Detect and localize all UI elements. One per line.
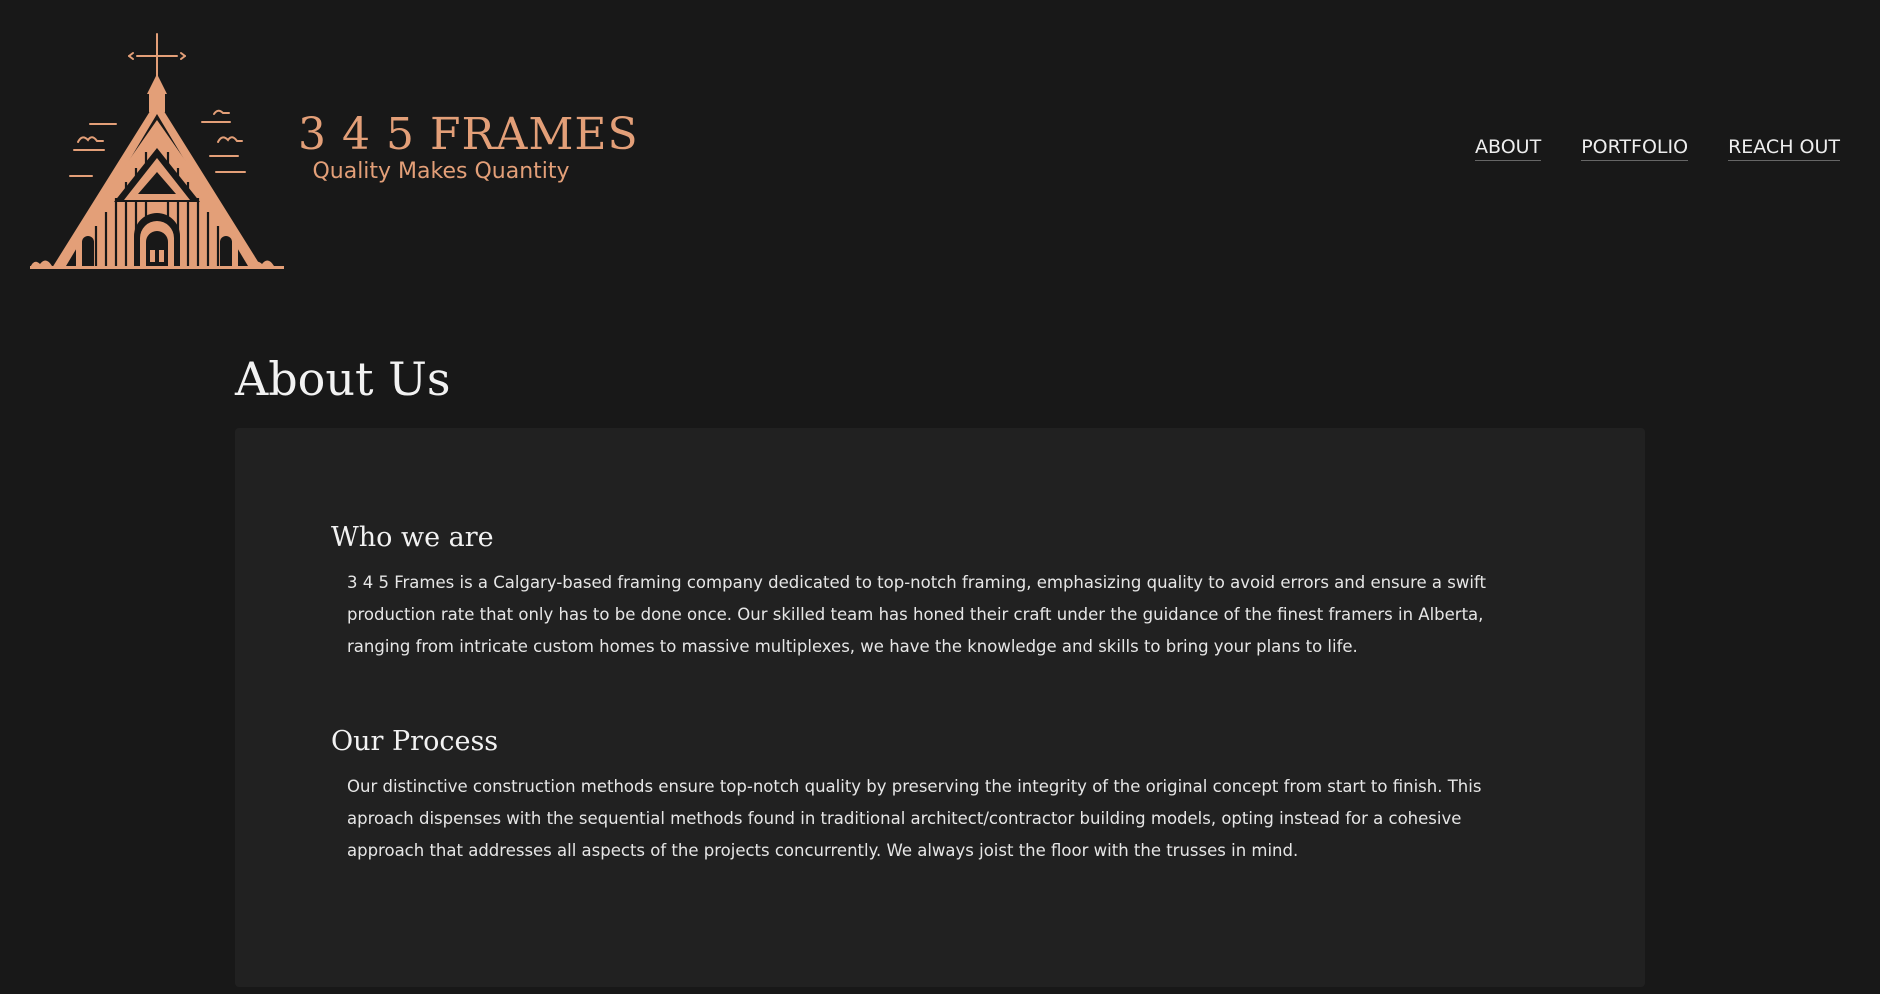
- section-body: 3 4 5 Frames is a Calgary-based framing …: [347, 573, 1486, 656]
- brand-block: 3 4 5 FRAMES Quality Makes Quantity: [298, 111, 638, 187]
- section-body: Our distinctive construction methods ens…: [347, 777, 1482, 860]
- section-who-we-are: Who we are 3 4 5 Frames is a Calgary-bas…: [331, 522, 1531, 663]
- page-title: About Us: [235, 352, 451, 406]
- site-header: 3 4 5 FRAMES Quality Makes Quantity ABOU…: [0, 0, 1880, 290]
- section-heading: Who we are: [331, 522, 494, 553]
- brand-name[interactable]: 3 4 5 FRAMES: [298, 111, 638, 158]
- main-nav: ABOUT PORTFOLIO REACH OUT: [1475, 136, 1840, 161]
- nav-link-about[interactable]: ABOUT: [1475, 136, 1542, 161]
- church-logo-icon[interactable]: [30, 30, 284, 270]
- nav-link-portfolio[interactable]: PORTFOLIO: [1581, 136, 1689, 161]
- brand-tagline: Quality Makes Quantity: [312, 159, 570, 185]
- nav-link-reach-out[interactable]: REACH OUT: [1728, 136, 1840, 161]
- about-card: Who we are 3 4 5 Frames is a Calgary-bas…: [235, 428, 1645, 987]
- section-our-process: Our Process Our distinctive construction…: [331, 726, 1531, 867]
- section-heading: Our Process: [331, 726, 499, 757]
